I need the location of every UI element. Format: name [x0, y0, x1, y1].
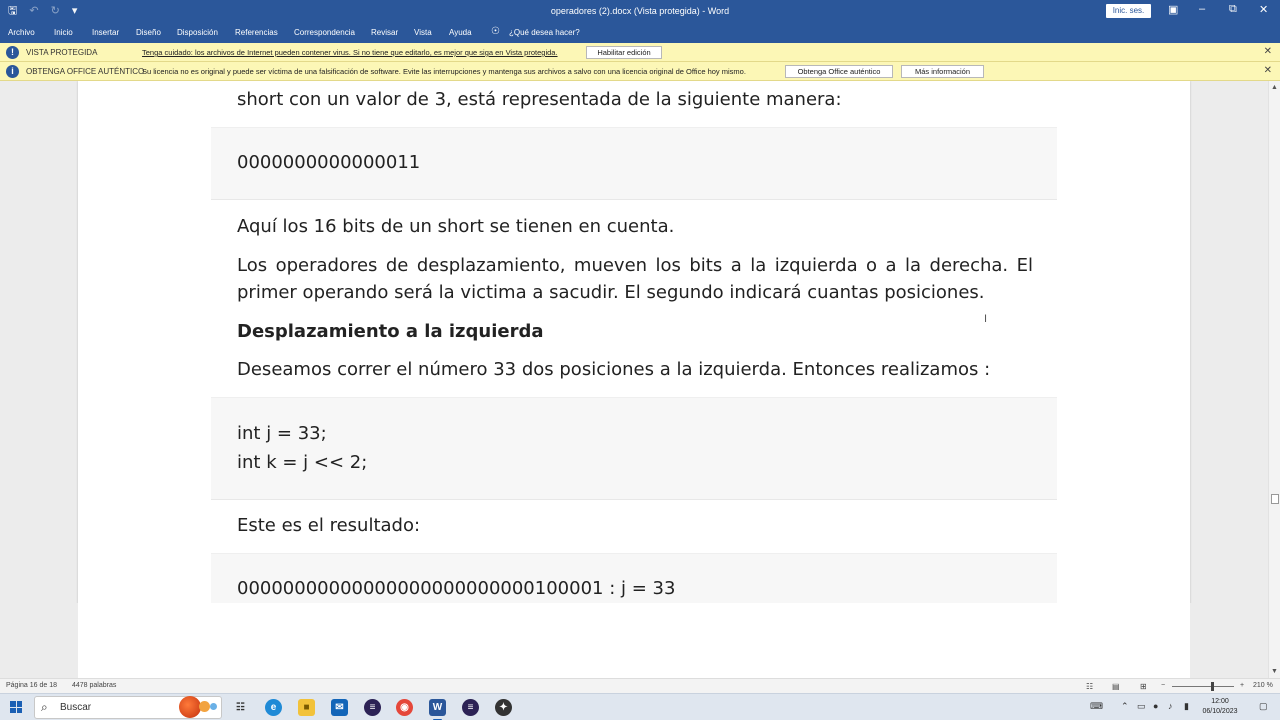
paragraph: Los operadores de desplazamiento, mueven…	[237, 255, 1033, 276]
task-view-icon[interactable]: ☷	[232, 699, 249, 716]
paragraph: Este es el resultado:	[237, 515, 421, 536]
document-page[interactable]: short con un valor de 3, está representa…	[78, 81, 1190, 678]
code-block: 0000000000000011	[211, 127, 1057, 200]
zoom-level[interactable]: 210 %	[1253, 682, 1273, 689]
widget-image-icon	[199, 701, 210, 712]
tab-correspondencia[interactable]: Correspondencia	[294, 28, 355, 37]
zoom-in-icon[interactable]: +	[1240, 682, 1244, 689]
ribbon-display-icon[interactable]: ▣	[1168, 3, 1178, 16]
vertical-scrollbar[interactable]: ▲ ▼	[1268, 81, 1280, 678]
text-cursor-icon: I	[984, 313, 988, 325]
page-bottom-margin	[78, 603, 1190, 678]
tab-ayuda[interactable]: Ayuda	[449, 28, 472, 37]
office-genuine-bar: i OBTENGA OFFICE AUTÉNTICO Su licencia n…	[0, 62, 1280, 81]
paragraph: Aquí los 16 bits de un short se tienen e…	[237, 216, 675, 237]
mail-icon[interactable]: ✉	[331, 699, 348, 716]
tab-archivo[interactable]: Archivo	[8, 28, 35, 37]
enable-editing-button[interactable]: Habilitar edición	[586, 46, 662, 59]
get-genuine-office-button[interactable]: Obtenga Office auténtico	[785, 65, 893, 78]
minimize-icon[interactable]: –	[1199, 3, 1205, 15]
tab-diseno[interactable]: Diseño	[136, 28, 161, 37]
tab-inicio[interactable]: Inicio	[54, 28, 73, 37]
restore-icon[interactable]: ⧉	[1229, 3, 1237, 16]
tab-vista[interactable]: Vista	[414, 28, 432, 37]
paragraph: Deseamos correr el número 33 dos posicio…	[237, 359, 991, 380]
protected-view-message[interactable]: Tenga cuidado: los archivos de Internet …	[142, 48, 558, 57]
code-line: 0000000000000011	[237, 152, 421, 173]
taskbar: ⌕ Buscar ☷ e ■ ✉ ≡ ◉ W ≡ ✦ ⌨ ⌃ ▭ ● ♪ ▮ 1…	[0, 693, 1280, 720]
chrome-icon[interactable]: ◉	[396, 699, 413, 716]
scroll-thumb[interactable]	[1271, 494, 1279, 504]
section-heading: Desplazamiento a la izquierda	[237, 321, 544, 342]
zoom-slider-thumb[interactable]	[1211, 682, 1214, 691]
battery-icon[interactable]: ▮	[1184, 701, 1189, 712]
info-icon: i	[6, 65, 19, 78]
clock-time: 12:00	[1211, 698, 1229, 705]
web-layout-icon[interactable]: ⊞	[1140, 682, 1147, 691]
zoom-slider[interactable]	[1172, 686, 1234, 687]
volume-icon[interactable]: ♪	[1168, 701, 1173, 711]
tab-insertar[interactable]: Insertar	[92, 28, 119, 37]
office-genuine-message: Su licencia no es original y puede ser v…	[142, 67, 746, 76]
search-icon: ⌕	[41, 700, 48, 714]
close-bar-icon[interactable]: ✕	[1264, 65, 1272, 76]
protected-view-heading: VISTA PROTEGIDA	[26, 48, 98, 57]
system-clock[interactable]: 12:00 06/10/2023	[1200, 697, 1240, 717]
clock-date: 06/10/2023	[1202, 708, 1238, 715]
ribbon-tabs: Archivo Inicio Insertar Diseño Disposici…	[0, 23, 1280, 43]
title-bar: 🖫 ↶ ↻ ▾ operadores (2).docx (Vista prote…	[0, 0, 1280, 23]
focus-mode-icon[interactable]: ☷	[1086, 682, 1093, 691]
eclipse-icon[interactable]: ≡	[364, 699, 381, 716]
code-line: 00000000000000000000000000100001 : j = 3…	[237, 578, 676, 599]
tab-referencias[interactable]: Referencias	[235, 28, 278, 37]
word-count[interactable]: 4478 palabras	[72, 682, 116, 689]
scroll-up-icon[interactable]: ▲	[1271, 84, 1278, 91]
notifications-icon[interactable]: ▢	[1259, 701, 1268, 712]
windows-start-icon[interactable]	[10, 701, 22, 713]
page-counter[interactable]: Página 16 de 18	[6, 682, 57, 689]
keyboard-icon[interactable]: ⌨	[1090, 701, 1103, 712]
edge-icon[interactable]: e	[265, 699, 282, 716]
code-line: int k = j << 2;	[237, 452, 368, 473]
window-title: operadores (2).docx (Vista protegida) - …	[550, 6, 730, 16]
widget-image-icon[interactable]	[179, 696, 201, 718]
code-line: int j = 33;	[237, 423, 327, 444]
shield-icon: !	[6, 46, 19, 59]
tab-disposicion[interactable]: Disposición	[177, 28, 218, 37]
search-placeholder: Buscar	[60, 702, 92, 713]
lightbulb-icon: ☉	[491, 26, 500, 37]
signin-button[interactable]: Inic. ses.	[1106, 4, 1151, 18]
status-bar: Página 16 de 18 4478 palabras ☷ ▤ ⊞ − + …	[0, 678, 1280, 693]
network-icon[interactable]: ▭	[1137, 701, 1146, 712]
file-explorer-icon[interactable]: ■	[298, 699, 315, 716]
paragraph: short con un valor de 3, está representa…	[237, 89, 842, 110]
document-area: short con un valor de 3, está representa…	[0, 81, 1280, 678]
tab-revisar[interactable]: Revisar	[371, 28, 398, 37]
paragraph: primer operando será la victima a sacudi…	[237, 282, 985, 303]
scroll-down-icon[interactable]: ▼	[1271, 668, 1278, 675]
tell-me-search[interactable]: ¿Qué desea hacer?	[509, 28, 580, 37]
more-info-button[interactable]: Más información	[901, 65, 984, 78]
code-block: int j = 33; int k = j << 2;	[211, 397, 1057, 500]
widget-image-icon	[210, 703, 217, 710]
app-icon[interactable]: ✦	[495, 699, 512, 716]
eclipse-icon[interactable]: ≡	[462, 699, 479, 716]
protected-view-bar: ! VISTA PROTEGIDA Tenga cuidado: los arc…	[0, 43, 1280, 62]
chevron-up-icon[interactable]: ⌃	[1121, 701, 1129, 712]
zoom-out-icon[interactable]: −	[1161, 682, 1165, 689]
close-icon[interactable]: ✕	[1259, 3, 1268, 16]
word-icon[interactable]: W	[429, 699, 446, 720]
read-mode-icon[interactable]: ▤	[1112, 682, 1120, 691]
microphone-icon[interactable]: ●	[1153, 701, 1158, 711]
office-genuine-heading: OBTENGA OFFICE AUTÉNTICO	[26, 67, 145, 76]
close-bar-icon[interactable]: ✕	[1264, 46, 1272, 57]
